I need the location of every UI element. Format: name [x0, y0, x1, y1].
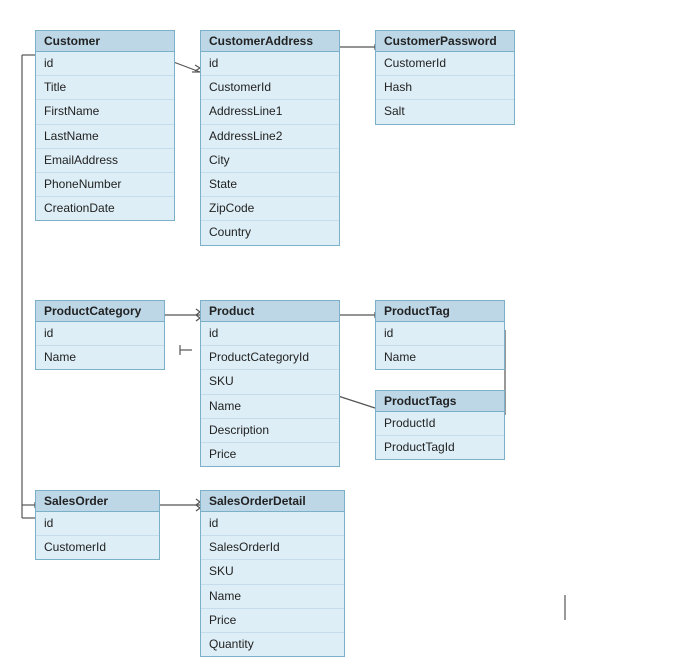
field-cp-salt: Salt: [376, 100, 514, 123]
table-customer-header: Customer: [36, 31, 174, 52]
field-sod-id: id: [201, 512, 344, 536]
table-sales-order-detail: SalesOrderDetail id SalesOrderId SKU Nam…: [200, 490, 345, 657]
field-pt-id: id: [376, 322, 504, 346]
field-customer-title: Title: [36, 76, 174, 100]
table-product: Product id ProductCategoryId SKU Name De…: [200, 300, 340, 467]
table-sales-order-header: SalesOrder: [36, 491, 159, 512]
field-ca-city: City: [201, 149, 339, 173]
field-p-price: Price: [201, 443, 339, 466]
field-so-customerid: CustomerId: [36, 536, 159, 559]
field-p-description: Description: [201, 419, 339, 443]
field-customer-creation: CreationDate: [36, 197, 174, 220]
field-ca-state: State: [201, 173, 339, 197]
erd-canvas: Customer id Title FirstName LastName Ema…: [0, 0, 686, 662]
field-cp-customerid: CustomerId: [376, 52, 514, 76]
field-customer-email: EmailAddress: [36, 149, 174, 173]
field-p-name: Name: [201, 395, 339, 419]
table-customer: Customer id Title FirstName LastName Ema…: [35, 30, 175, 221]
field-p-categoryid: ProductCategoryId: [201, 346, 339, 370]
field-ca-zipcode: ZipCode: [201, 197, 339, 221]
field-ca-id: id: [201, 52, 339, 76]
field-pc-name: Name: [36, 346, 164, 369]
field-customer-id: id: [36, 52, 174, 76]
table-customer-password-header: CustomerPassword: [376, 31, 514, 52]
table-sales-order: SalesOrder id CustomerId: [35, 490, 160, 560]
field-sod-name: Name: [201, 585, 344, 609]
field-ca-address1: AddressLine1: [201, 100, 339, 124]
field-sod-price: Price: [201, 609, 344, 633]
table-product-tags-header: ProductTags: [376, 391, 504, 412]
field-customer-lastname: LastName: [36, 125, 174, 149]
table-customer-password: CustomerPassword CustomerId Hash Salt: [375, 30, 515, 125]
field-p-sku: SKU: [201, 370, 339, 394]
table-product-tag-header: ProductTag: [376, 301, 504, 322]
field-cp-hash: Hash: [376, 76, 514, 100]
table-product-category-header: ProductCategory: [36, 301, 164, 322]
field-pts-producttagid: ProductTagId: [376, 436, 504, 459]
table-sales-order-detail-header: SalesOrderDetail: [201, 491, 344, 512]
field-ca-country: Country: [201, 221, 339, 244]
field-ca-address2: AddressLine2: [201, 125, 339, 149]
field-sod-sku: SKU: [201, 560, 344, 584]
table-customer-address-header: CustomerAddress: [201, 31, 339, 52]
field-customer-phone: PhoneNumber: [36, 173, 174, 197]
field-so-id: id: [36, 512, 159, 536]
table-customer-address: CustomerAddress id CustomerId AddressLin…: [200, 30, 340, 246]
table-product-header: Product: [201, 301, 339, 322]
field-sod-quantity: Quantity: [201, 633, 344, 656]
field-sod-salesorderid: SalesOrderId: [201, 536, 344, 560]
table-product-category: ProductCategory id Name: [35, 300, 165, 370]
field-ca-customerid: CustomerId: [201, 76, 339, 100]
field-customer-firstname: FirstName: [36, 100, 174, 124]
table-product-tags: ProductTags ProductId ProductTagId: [375, 390, 505, 460]
field-p-id: id: [201, 322, 339, 346]
field-pts-productid: ProductId: [376, 412, 504, 436]
field-pt-name: Name: [376, 346, 504, 369]
field-pc-id: id: [36, 322, 164, 346]
table-product-tag: ProductTag id Name: [375, 300, 505, 370]
